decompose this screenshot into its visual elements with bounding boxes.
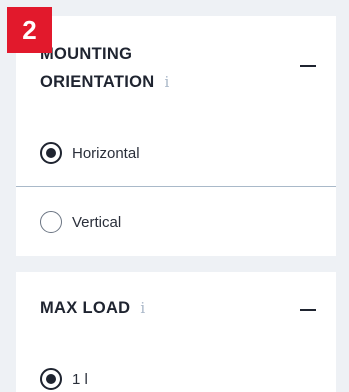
info-icon[interactable]: i — [165, 68, 170, 96]
max-load-header[interactable]: MAX LOAD i — [40, 294, 316, 322]
info-icon[interactable]: i — [140, 294, 145, 322]
radio-label-1l: 1 l — [72, 370, 88, 388]
mounting-orientation-panel: MOUNTING ORIENTATION i Horizontal Vertica… — [16, 16, 336, 256]
radio-checked-icon[interactable] — [40, 368, 62, 390]
max-load-title: MAX LOAD — [40, 299, 131, 317]
radio-label-horizontal: Horizontal — [72, 144, 140, 162]
collapse-icon[interactable] — [300, 309, 316, 311]
max-load-panel: MAX LOAD i 1 l — [16, 272, 336, 392]
radio-unchecked-icon[interactable] — [40, 211, 62, 233]
radio-option-vertical[interactable]: Vertical — [40, 211, 121, 233]
option-divider — [16, 186, 336, 187]
mounting-orientation-title-line1: MOUNTING — [40, 45, 133, 63]
step-number-badge: 2 — [7, 7, 52, 53]
mounting-orientation-header[interactable]: MOUNTING ORIENTATION i — [40, 40, 316, 96]
radio-label-vertical: Vertical — [72, 213, 122, 231]
radio-checked-icon[interactable] — [40, 142, 62, 164]
collapse-icon[interactable] — [300, 65, 316, 67]
mounting-orientation-title-line2: ORIENTATION — [40, 73, 155, 91]
radio-option-1l[interactable]: 1 l — [40, 368, 88, 390]
radio-option-horizontal[interactable]: Horizontal — [40, 142, 140, 164]
